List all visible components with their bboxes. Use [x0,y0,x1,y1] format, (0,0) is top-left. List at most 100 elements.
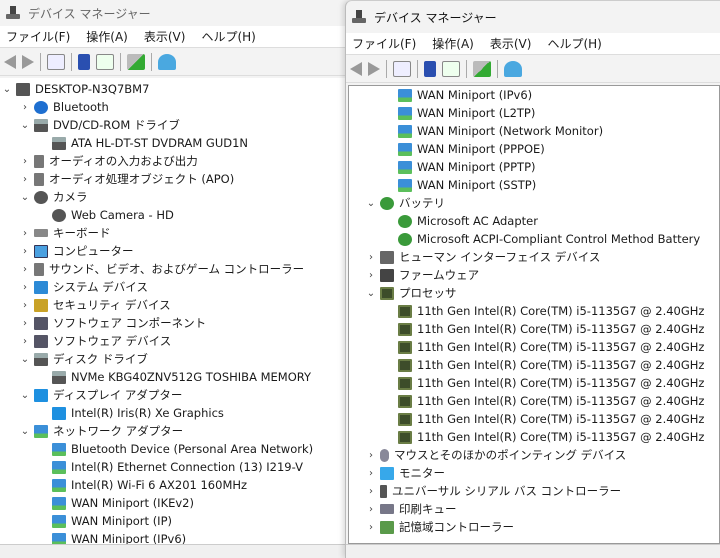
forward-icon[interactable] [368,61,380,76]
disk-icon [52,370,66,384]
chevron-right-icon[interactable]: › [364,252,378,263]
chevron-right-icon[interactable]: › [18,318,32,329]
tree-device[interactable]: NVMe KBG40ZNV512G TOSHIBA MEMORY [0,368,350,386]
menu-help[interactable]: ヘルプ(H) [201,28,255,45]
menu-action[interactable]: 操作(A) [86,28,128,45]
chevron-down-icon[interactable]: ⌄ [364,198,378,209]
chevron-right-icon[interactable]: › [364,522,378,533]
update-driver-icon[interactable] [127,53,145,70]
tree-device[interactable]: 11th Gen Intel(R) Core(TM) i5-1135G7 @ 2… [349,320,719,338]
tree-device[interactable]: Bluetooth Device (Personal Area Network) [0,440,350,458]
tree-device[interactable]: 11th Gen Intel(R) Core(TM) i5-1135G7 @ 2… [349,374,719,392]
tree-category[interactable]: › ソフトウェア コンポーネント [0,314,350,332]
tree-category[interactable]: › システム デバイス [0,278,350,296]
tree-category[interactable]: ⌄ プロセッサ [349,284,719,302]
help-icon[interactable] [78,53,90,70]
chevron-right-icon[interactable]: › [364,486,378,497]
chevron-down-icon[interactable]: ⌄ [364,288,378,299]
tree-category[interactable]: › セキュリティ デバイス [0,296,350,314]
tree-category[interactable]: ⌄ ネットワーク アダプター [0,422,350,440]
show-hide-console-tree-icon[interactable] [47,53,65,70]
chevron-right-icon[interactable]: › [18,156,32,167]
tree-device[interactable]: ATA HL-DT-ST DVDRAM GUD1N [0,134,350,152]
tree-device[interactable]: WAN Miniport (IPv6) [0,530,350,544]
chevron-right-icon[interactable]: › [364,504,378,515]
tree-device[interactable]: 11th Gen Intel(R) Core(TM) i5-1135G7 @ 2… [349,428,719,446]
chevron-right-icon[interactable]: › [18,174,32,185]
tree-device[interactable]: WAN Miniport (PPPOE) [349,140,719,158]
menu-file[interactable]: ファイル(F) [352,35,416,52]
tree-category[interactable]: › サウンド、ビデオ、およびゲーム コントローラー [0,260,350,278]
chevron-right-icon[interactable]: › [18,102,32,113]
menu-action[interactable]: 操作(A) [432,35,474,52]
chevron-right-icon[interactable]: › [18,228,32,239]
tree-device[interactable]: 11th Gen Intel(R) Core(TM) i5-1135G7 @ 2… [349,338,719,356]
device-manager-window-back: デバイス マネージャー ファイル(F) 操作(A) 表示(V) ヘルプ(H) ⌄ DES… [0,0,350,558]
tree-device[interactable]: WAN Miniport (IP) [0,512,350,530]
tree-device[interactable]: WAN Miniport (PPTP) [349,158,719,176]
chevron-right-icon[interactable]: › [364,468,378,479]
tree-device[interactable]: Intel(R) Wi-Fi 6 AX201 160MHz [0,476,350,494]
help-icon[interactable] [424,60,436,77]
chevron-right-icon[interactable]: › [18,282,32,293]
tree-device[interactable]: Intel(R) Iris(R) Xe Graphics [0,404,350,422]
forward-icon[interactable] [22,54,34,69]
chevron-down-icon[interactable]: ⌄ [0,84,14,95]
tree-category[interactable]: ⌄ DVD/CD-ROM ドライブ [0,116,350,134]
tree-device[interactable]: WAN Miniport (IKEv2) [0,494,350,512]
chevron-right-icon[interactable]: › [18,336,32,347]
tree-category[interactable]: › 記憶域コントローラー [349,518,719,536]
tree-device[interactable]: 11th Gen Intel(R) Core(TM) i5-1135G7 @ 2… [349,356,719,374]
scan-hardware-icon[interactable] [158,53,176,70]
chevron-down-icon[interactable]: ⌄ [18,354,32,365]
tree-category[interactable]: › Bluetooth [0,98,350,116]
tree-device[interactable]: WAN Miniport (IPv6) [349,86,719,104]
scan-hardware-icon[interactable] [504,60,522,77]
tree-category[interactable]: › マウスとそのほかのポインティング デバイス [349,446,719,464]
tree-device[interactable]: 11th Gen Intel(R) Core(TM) i5-1135G7 @ 2… [349,410,719,428]
chevron-right-icon[interactable]: › [18,264,32,275]
back-icon[interactable] [4,54,16,69]
tree-device[interactable]: WAN Miniport (Network Monitor) [349,122,719,140]
tree-device[interactable]: Microsoft ACPI-Compliant Control Method … [349,230,719,248]
tree-category[interactable]: ⌄ カメラ [0,188,350,206]
chevron-right-icon[interactable]: › [18,300,32,311]
tree-category[interactable]: › キーボード [0,224,350,242]
tree-device[interactable]: WAN Miniport (SSTP) [349,176,719,194]
tree-category[interactable]: › ヒューマン インターフェイス デバイス [349,248,719,266]
chevron-right-icon[interactable]: › [18,246,32,257]
chevron-down-icon[interactable]: ⌄ [18,426,32,437]
tree-category[interactable]: ⌄ ディスプレイ アダプター [0,386,350,404]
tree-category[interactable]: › ファームウェア [349,266,719,284]
menu-help[interactable]: ヘルプ(H) [547,35,601,52]
update-driver-icon[interactable] [473,60,491,77]
menu-view[interactable]: 表示(V) [144,28,186,45]
show-hide-console-tree-icon[interactable] [393,60,411,77]
chevron-down-icon[interactable]: ⌄ [18,192,32,203]
menu-view[interactable]: 表示(V) [490,35,532,52]
tree-category[interactable]: › コンピューター [0,242,350,260]
chevron-down-icon[interactable]: ⌄ [18,390,32,401]
tree-category[interactable]: › オーディオ処理オブジェクト (APO) [0,170,350,188]
back-icon[interactable] [350,61,362,76]
chevron-right-icon[interactable]: › [364,450,378,461]
tree-category[interactable]: › モニター [349,464,719,482]
tree-category[interactable]: › ユニバーサル シリアル バス コントローラー [349,482,719,500]
show-action-pane-icon[interactable] [442,60,460,77]
tree-category[interactable]: › オーディオの入力および出力 [0,152,350,170]
chevron-right-icon[interactable]: › [364,270,378,281]
tree-category[interactable]: ⌄ バッテリ [349,194,719,212]
show-action-pane-icon[interactable] [96,53,114,70]
tree-device[interactable]: Microsoft AC Adapter [349,212,719,230]
tree-device[interactable]: 11th Gen Intel(R) Core(TM) i5-1135G7 @ 2… [349,392,719,410]
chevron-down-icon[interactable]: ⌄ [18,120,32,131]
tree-category[interactable]: › ソフトウェア デバイス [0,332,350,350]
tree-category[interactable]: ⌄ DESKTOP-N3Q7BM7 [0,80,350,98]
tree-device[interactable]: WAN Miniport (L2TP) [349,104,719,122]
tree-device[interactable]: Web Camera - HD [0,206,350,224]
tree-category[interactable]: ⌄ ディスク ドライブ [0,350,350,368]
tree-device[interactable]: Intel(R) Ethernet Connection (13) I219-V [0,458,350,476]
tree-device[interactable]: 11th Gen Intel(R) Core(TM) i5-1135G7 @ 2… [349,302,719,320]
menu-file[interactable]: ファイル(F) [6,28,70,45]
tree-category[interactable]: › 印刷キュー [349,500,719,518]
